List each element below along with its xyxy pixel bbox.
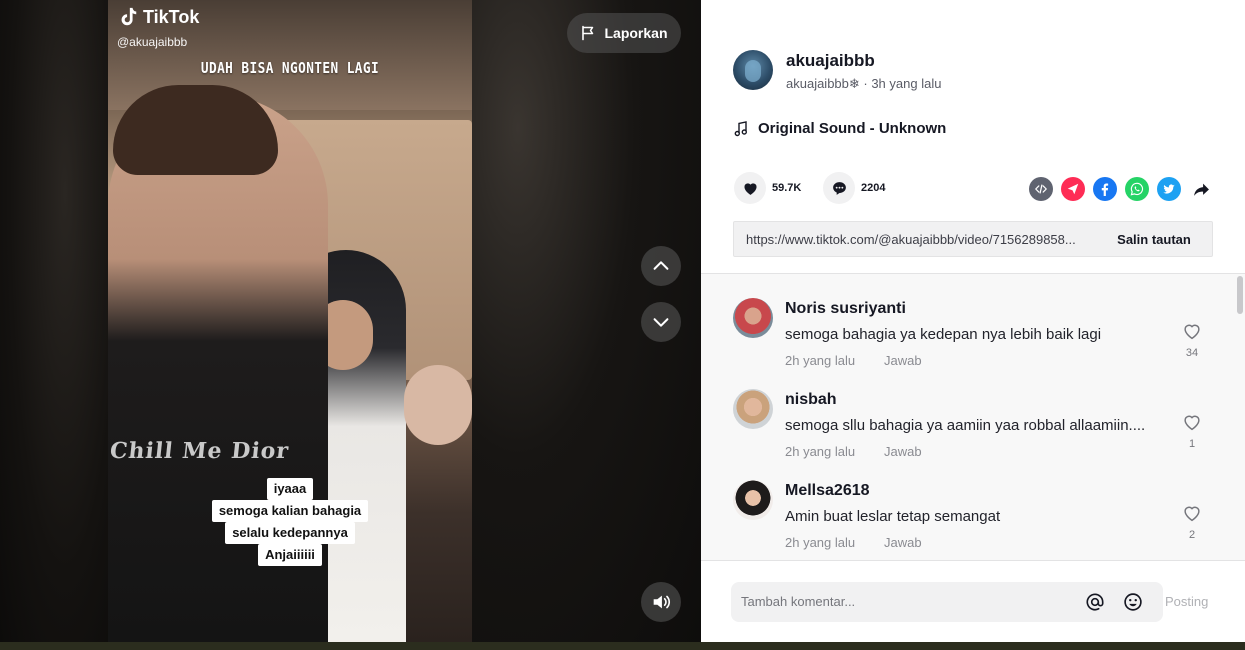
comment-like-count: 2 — [1188, 529, 1196, 541]
comment-text: Amin buat leslar tetap semangat — [785, 508, 1001, 525]
share-send-button[interactable] — [1061, 177, 1085, 201]
paper-plane-icon — [1067, 183, 1079, 195]
commenter-avatar[interactable] — [733, 389, 773, 429]
like-button[interactable] — [734, 172, 766, 204]
embed-code-icon — [1035, 184, 1047, 194]
comments-list[interactable]: Noris susriyanti semoga bahagia ya kedep… — [701, 273, 1245, 560]
copy-link-button[interactable]: Salin tautan — [1096, 222, 1212, 256]
flag-icon — [582, 25, 594, 41]
sound-link[interactable]: Original Sound - Unknown — [734, 120, 946, 137]
sound-label: Original Sound - Unknown — [758, 120, 947, 137]
tiktok-logo-icon — [121, 7, 137, 26]
facebook-icon — [1101, 183, 1109, 196]
caption-line: selalu kedepannya — [225, 522, 355, 544]
heart-outline-icon[interactable] — [1181, 502, 1203, 524]
comment-input-placeholder[interactable]: Tambah komentar... — [741, 594, 855, 609]
heart-icon — [743, 182, 757, 195]
video-link-url[interactable]: https://www.tiktok.com/@akuajaibbb/video… — [746, 232, 1106, 247]
video-watermark-handle: @akuajaibbb — [117, 35, 188, 49]
commenter-avatar[interactable] — [733, 480, 773, 520]
comment-like-count: 34 — [1185, 347, 1199, 359]
video-player[interactable]: Chill Me Dior TikTok @akuajaibbb UDAH BI… — [0, 0, 701, 642]
heart-outline-icon[interactable] — [1181, 411, 1203, 433]
video-link-box: https://www.tiktok.com/@akuajaibbb/video… — [733, 221, 1213, 257]
comment-item: Noris susriyanti semoga bahagia ya kedep… — [733, 298, 1213, 380]
comment-text: semoga bahagia ya kedepan nya lebih baik… — [785, 326, 1102, 343]
share-whatsapp-button[interactable] — [1125, 177, 1149, 201]
commenter-avatar[interactable] — [733, 298, 773, 338]
volume-button[interactable] — [641, 582, 681, 622]
share-arrow-icon — [1193, 183, 1209, 196]
share-more-button[interactable] — [1189, 177, 1213, 201]
emoji-icon[interactable] — [1122, 591, 1144, 613]
heart-outline-icon[interactable] — [1181, 320, 1203, 342]
tiktok-logo: TikTok — [117, 6, 199, 28]
author-avatar[interactable] — [733, 50, 773, 90]
whatsapp-icon — [1130, 182, 1144, 196]
comment-composer: Tambah komentar... Posting — [701, 560, 1245, 642]
twitter-bird-icon — [1163, 184, 1175, 194]
reply-button[interactable]: Jawab — [884, 535, 922, 550]
reply-button[interactable]: Jawab — [884, 353, 922, 368]
tiktok-wordmark: TikTok — [143, 6, 200, 27]
bottom-edge-strip — [0, 642, 1245, 650]
comment-time: 2h yang lalu — [785, 353, 856, 368]
scene-baby — [404, 365, 472, 445]
video-overlay-title: UDAH BISA NGONTEN LAGI — [200, 59, 380, 77]
video-captions: iyaaa semoga kalian bahagia selalu kedep… — [108, 478, 472, 566]
next-video-button[interactable] — [641, 302, 681, 342]
comment-count: 2204 — [861, 182, 886, 194]
caption-line: semoga kalian bahagia — [211, 500, 369, 522]
chevron-down-icon — [653, 318, 669, 327]
caption-line: Anjaiiiiii — [258, 544, 322, 566]
comment-time: 2h yang lalu — [785, 535, 856, 550]
shirt-print-text: Chill Me Dior — [108, 438, 291, 464]
comment-item: nisbah semoga sllu bahagia ya aamiin yaa… — [733, 389, 1213, 471]
chevron-up-icon — [653, 261, 669, 270]
commenter-name[interactable]: nisbah — [785, 391, 837, 409]
share-embed-button[interactable] — [1029, 177, 1053, 201]
comment-like-count: 1 — [1188, 438, 1196, 450]
like-count: 59.7K — [772, 182, 802, 194]
tiktok-video-page: Chill Me Dior TikTok @akuajaibbb UDAH BI… — [0, 0, 1245, 650]
at-mention-icon[interactable] — [1084, 591, 1106, 613]
comments-scrollbar[interactable] — [1237, 276, 1243, 314]
share-facebook-button[interactable] — [1093, 177, 1117, 201]
video-blur-background-left — [0, 0, 108, 642]
scene-man-hair — [113, 85, 278, 175]
author-name[interactable]: akuajaibbb — [786, 51, 875, 71]
video-info-panel: akuajaibbb akuajaibbb❄ · 3h yang lalu Or… — [701, 0, 1245, 642]
report-label: Laporkan — [604, 25, 668, 41]
engagement-row: 59.7K 2204 — [734, 172, 1214, 206]
speaker-icon — [653, 595, 671, 609]
music-note-icon — [734, 120, 748, 136]
commenter-name[interactable]: Mellsa2618 — [785, 482, 870, 500]
comment-button[interactable] — [823, 172, 855, 204]
caption-line: iyaaa — [266, 478, 314, 500]
report-button[interactable]: Laporkan — [567, 13, 681, 53]
previous-video-button[interactable] — [641, 246, 681, 286]
comment-time: 2h yang lalu — [785, 444, 856, 459]
commenter-name[interactable]: Noris susriyanti — [785, 300, 906, 318]
reply-button[interactable]: Jawab — [884, 444, 922, 459]
author-meta: akuajaibbb❄ · 3h yang lalu — [786, 76, 942, 91]
comment-bubble-icon — [832, 181, 846, 195]
post-comment-button[interactable]: Posting — [1165, 594, 1208, 609]
share-twitter-button[interactable] — [1157, 177, 1181, 201]
comment-text: semoga sllu bahagia ya aamiin yaa robbal… — [785, 417, 1146, 434]
comment-item: Mellsa2618 Amin buat leslar tetap semang… — [733, 480, 1213, 560]
